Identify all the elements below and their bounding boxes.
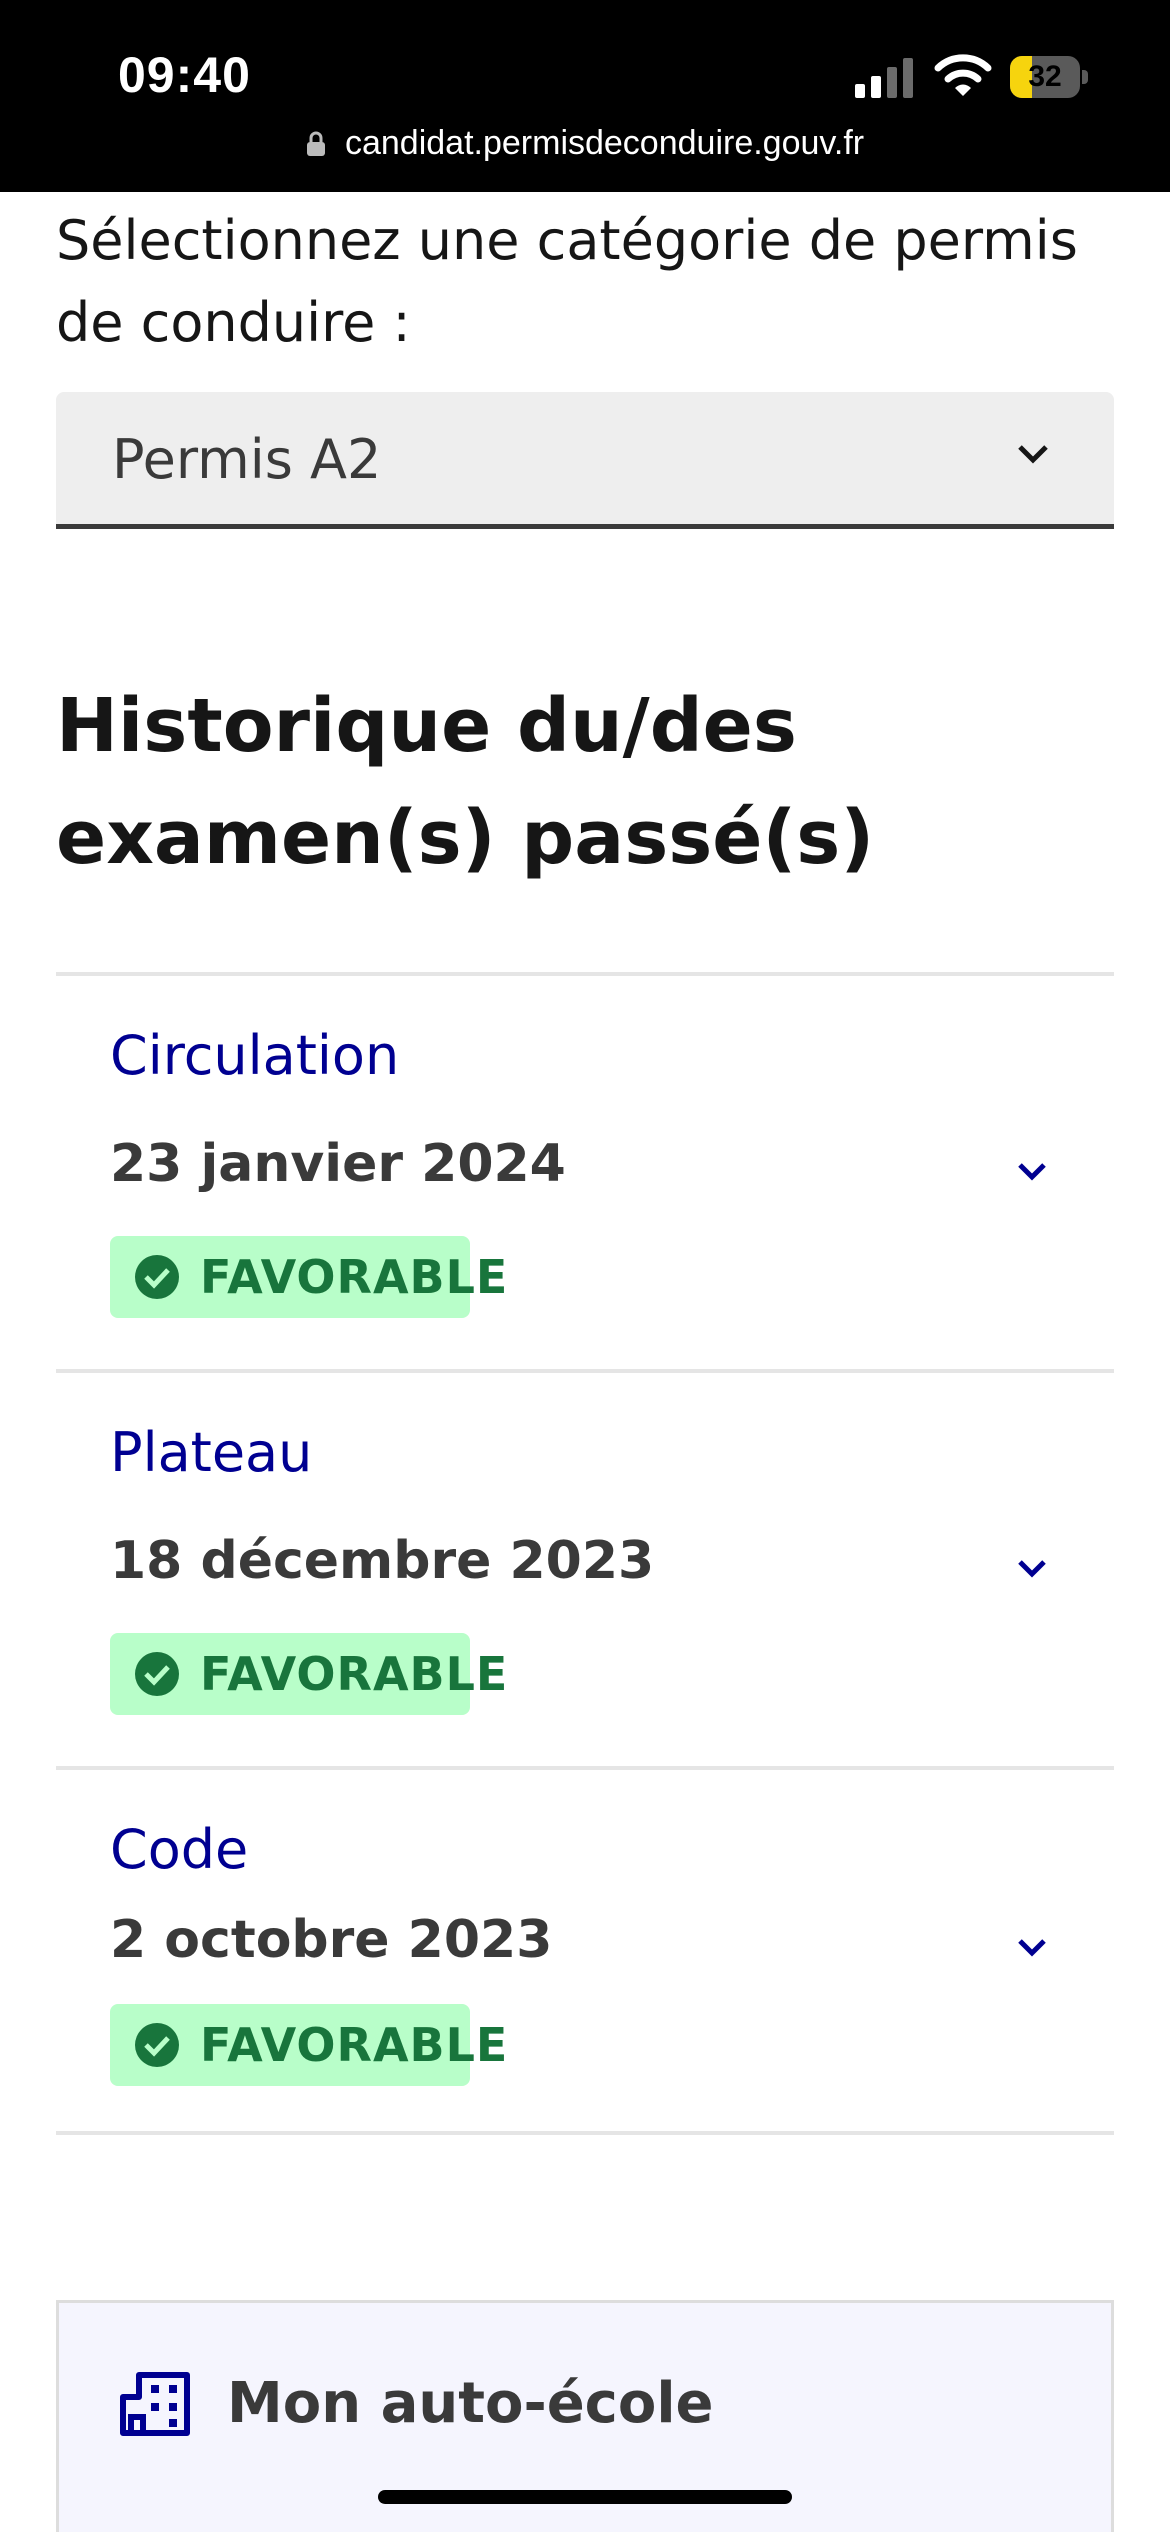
history-title: Historique du/des examen(s) passé(s) bbox=[56, 683, 875, 881]
exam-type: Plateau bbox=[110, 1421, 313, 1484]
exam-item-plateau[interactable]: Plateau 18 décembre 2023 FAVORABLE bbox=[56, 1369, 1114, 1766]
check-circle-icon bbox=[135, 1255, 179, 1299]
exam-item-circulation[interactable]: Circulation 23 janvier 2024 FAVORABLE bbox=[56, 972, 1114, 1369]
chevron-down-icon bbox=[1018, 445, 1048, 464]
chevron-down-icon[interactable] bbox=[1016, 1936, 1048, 1958]
address-bar[interactable]: candidat.permisdeconduire.gouv.fr bbox=[0, 124, 1170, 174]
status-badge-label: FAVORABLE bbox=[200, 2018, 509, 2072]
home-indicator[interactable] bbox=[378, 2490, 792, 2504]
status-badge: FAVORABLE bbox=[110, 1236, 507, 1318]
exam-item-code[interactable]: Code 2 octobre 2023 FAVORABLE bbox=[56, 1766, 1114, 2135]
chevron-down-icon[interactable] bbox=[1016, 1557, 1048, 1579]
exam-history-list: Circulation 23 janvier 2024 FAVORABLE Pl… bbox=[56, 972, 1114, 2135]
status-time: 09:40 bbox=[118, 47, 251, 103]
status-badge: FAVORABLE bbox=[110, 2004, 507, 2086]
building-icon bbox=[120, 2372, 190, 2436]
status-badge: FAVORABLE bbox=[110, 1633, 507, 1715]
wifi-icon bbox=[934, 54, 992, 96]
exam-date: 2 octobre 2023 bbox=[110, 1910, 553, 1970]
category-select-value: Permis A2 bbox=[112, 428, 382, 491]
lock-icon bbox=[306, 131, 325, 156]
chevron-down-icon[interactable] bbox=[1016, 1160, 1048, 1182]
battery-icon: 32 bbox=[1010, 56, 1088, 98]
status-bar: 09:40 32 candidat.permisdeconduire.gouv.… bbox=[0, 0, 1170, 192]
status-badge-label: FAVORABLE bbox=[200, 1250, 509, 1304]
status-badge-label: FAVORABLE bbox=[200, 1647, 509, 1701]
check-circle-icon bbox=[135, 1652, 179, 1696]
exam-type: Code bbox=[110, 1818, 249, 1881]
exam-date: 23 janvier 2024 bbox=[110, 1134, 566, 1194]
url-text: candidat.permisdeconduire.gouv.fr bbox=[344, 124, 865, 162]
battery-level: 32 bbox=[1028, 60, 1062, 93]
category-select-label: Sélectionnez une catégorie de permis de … bbox=[56, 209, 1078, 354]
exam-type: Circulation bbox=[110, 1024, 400, 1087]
auto-ecole-title: Mon auto-école bbox=[227, 2371, 714, 2436]
signal-icon bbox=[855, 58, 913, 98]
exam-date: 18 décembre 2023 bbox=[110, 1531, 655, 1591]
check-circle-icon bbox=[135, 2023, 179, 2067]
category-select[interactable]: Permis A2 bbox=[56, 392, 1114, 529]
